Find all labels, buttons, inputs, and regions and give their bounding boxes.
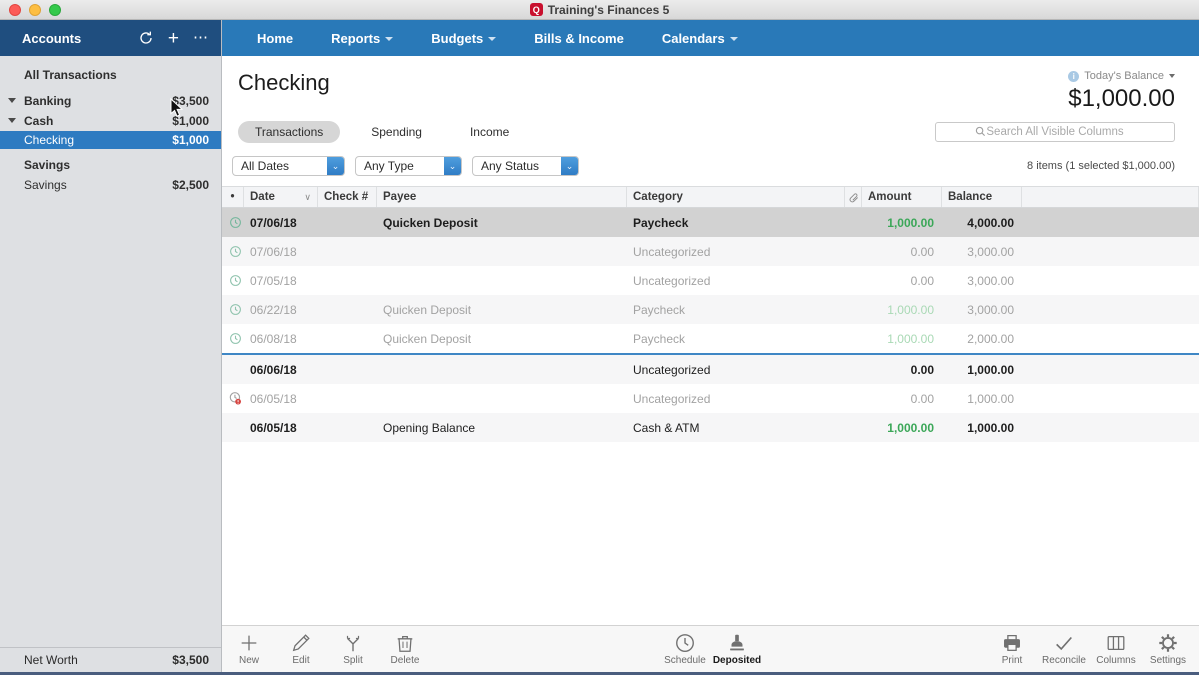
accounts-list: All Transactions Banking $3,500 Cash $1,…	[0, 56, 221, 647]
split-button[interactable]: Split	[331, 632, 375, 666]
transaction-row[interactable]: 06/05/18 Uncategorized 0.00 1,000.00	[222, 384, 1199, 413]
pencil-icon	[290, 632, 312, 654]
window-title: Q Training's Finances 5	[0, 3, 1199, 17]
trash-icon	[394, 632, 416, 654]
chevron-down-icon	[385, 37, 393, 41]
stamp-icon	[726, 632, 748, 654]
chevron-down-icon	[488, 37, 496, 41]
transaction-row[interactable]: 06/06/18 Uncategorized 0.00 1,000.00	[222, 355, 1199, 384]
tab-spending[interactable]: Spending	[354, 121, 439, 143]
sidebar-item-all-transactions[interactable]: All Transactions	[0, 65, 221, 85]
gear-icon	[1157, 632, 1179, 654]
transaction-row[interactable]: 07/05/18 Uncategorized 0.00 3,000.00	[222, 266, 1199, 295]
net-worth-bar: Net Worth $3,500	[0, 647, 221, 672]
transaction-row[interactable]: 07/06/18 Quicken Deposit Paycheck 1,000.…	[222, 208, 1199, 237]
register-empty-area	[222, 442, 1199, 625]
refresh-icon[interactable]	[138, 30, 154, 46]
pending-clock-alert-icon	[222, 391, 244, 406]
status-column-header[interactable]: •	[222, 187, 244, 207]
spacer-column-header	[1022, 187, 1199, 207]
items-summary: 8 items (1 selected $1,000.00)	[1027, 160, 1175, 172]
quicken-app-icon: Q	[530, 3, 543, 16]
edit-button[interactable]: Edit	[279, 632, 323, 666]
chevron-down-icon: ⌄	[327, 157, 344, 175]
window-titlebar: Q Training's Finances 5	[0, 0, 1199, 20]
nav-home[interactable]: Home	[238, 20, 312, 56]
plus-icon	[238, 632, 260, 654]
accounts-sidebar: Accounts + ⋯ All Transactions Banking $3…	[0, 20, 222, 672]
sidebar-title: Accounts	[22, 31, 138, 46]
disclosure-triangle-icon[interactable]	[8, 118, 16, 123]
checking-total: $1,000	[172, 133, 209, 147]
nav-budgets[interactable]: Budgets	[412, 20, 515, 56]
sidebar-item-checking[interactable]: Checking $1,000	[0, 131, 221, 149]
check-column-header[interactable]: Check #	[318, 187, 377, 207]
schedule-button[interactable]: Schedule	[663, 632, 707, 666]
sidebar-item-savings[interactable]: Savings $2,500	[0, 175, 221, 195]
table-header: • Date∨ Check # Payee Category Amount Ba…	[222, 186, 1199, 208]
status-filter-dropdown[interactable]: Any Status ⌄	[472, 156, 579, 176]
checkmark-icon	[1053, 632, 1075, 654]
print-button[interactable]: Print	[990, 632, 1034, 666]
type-filter-dropdown[interactable]: Any Type ⌄	[355, 156, 462, 176]
add-account-icon[interactable]: +	[168, 29, 179, 48]
date-filter-dropdown[interactable]: All Dates ⌄	[232, 156, 345, 176]
clock-icon	[674, 632, 696, 654]
settings-button[interactable]: Settings	[1146, 632, 1190, 666]
sidebar-item-banking[interactable]: Banking $3,500	[0, 91, 221, 111]
nav-bills-income[interactable]: Bills & Income	[515, 20, 643, 56]
pending-clock-icon	[222, 274, 244, 287]
nav-reports[interactable]: Reports	[312, 20, 412, 56]
net-worth-label: Net Worth	[24, 653, 78, 667]
amount-column-header[interactable]: Amount	[862, 187, 942, 207]
sidebar-item-cash[interactable]: Cash $1,000	[0, 111, 221, 131]
balance-column-header[interactable]: Balance	[942, 187, 1022, 207]
new-button[interactable]: New	[227, 632, 271, 666]
pending-clock-icon	[222, 245, 244, 258]
sort-chevron-icon: ∨	[304, 192, 311, 203]
transaction-row[interactable]: 06/22/18 Quicken Deposit Paycheck 1,000.…	[222, 295, 1199, 324]
search-input[interactable]	[935, 122, 1175, 142]
transaction-row[interactable]: 06/08/18 Quicken Deposit Paycheck 1,000.…	[222, 324, 1199, 353]
savings-total: $2,500	[172, 178, 209, 192]
reconcile-button[interactable]: Reconcile	[1042, 632, 1086, 666]
more-options-icon[interactable]: ⋯	[193, 35, 209, 41]
columns-button[interactable]: Columns	[1094, 632, 1138, 666]
todays-balance-selector[interactable]: i Today's Balance	[1068, 70, 1175, 82]
pending-clock-icon	[222, 216, 244, 229]
chevron-down-icon	[730, 37, 738, 41]
chevron-down-icon: ⌄	[561, 157, 578, 175]
payee-column-header[interactable]: Payee	[377, 187, 627, 207]
pending-clock-icon	[222, 303, 244, 316]
banking-total: $3,500	[172, 94, 209, 108]
date-column-header[interactable]: Date∨	[244, 187, 318, 207]
sidebar-header: Accounts + ⋯	[0, 20, 221, 56]
attachment-column-header[interactable]	[845, 187, 862, 207]
account-title: Checking	[238, 70, 330, 118]
cash-total: $1,000	[172, 114, 209, 128]
printer-icon	[1001, 632, 1023, 654]
sidebar-item-savings-group[interactable]: Savings	[0, 155, 221, 175]
todays-balance-value: $1,000.00	[1068, 85, 1175, 113]
category-column-header[interactable]: Category	[627, 187, 845, 207]
pending-clock-icon	[222, 332, 244, 345]
deposited-button[interactable]: Deposited	[715, 632, 759, 666]
nav-calendars[interactable]: Calendars	[643, 20, 757, 56]
split-icon	[342, 632, 364, 654]
disclosure-triangle-icon[interactable]	[8, 98, 16, 103]
delete-button[interactable]: Delete	[383, 632, 427, 666]
paperclip-icon	[848, 192, 859, 203]
tab-income[interactable]: Income	[453, 121, 526, 143]
info-icon[interactable]: i	[1068, 71, 1079, 82]
chevron-down-icon	[1169, 74, 1175, 78]
columns-icon	[1105, 632, 1127, 654]
transaction-row[interactable]: 07/06/18 Uncategorized 0.00 3,000.00	[222, 237, 1199, 266]
bottom-toolbar: New Edit Split Delete Schedule	[222, 625, 1199, 672]
chevron-down-icon: ⌄	[444, 157, 461, 175]
top-nav-bar: Home Reports Budgets Bills & Income Cale…	[222, 20, 1199, 56]
view-tabs: Transactions Spending Income	[238, 121, 526, 143]
tab-transactions[interactable]: Transactions	[238, 121, 340, 143]
net-worth-value: $3,500	[172, 653, 209, 667]
transaction-row[interactable]: 06/05/18 Opening Balance Cash & ATM 1,00…	[222, 413, 1199, 442]
